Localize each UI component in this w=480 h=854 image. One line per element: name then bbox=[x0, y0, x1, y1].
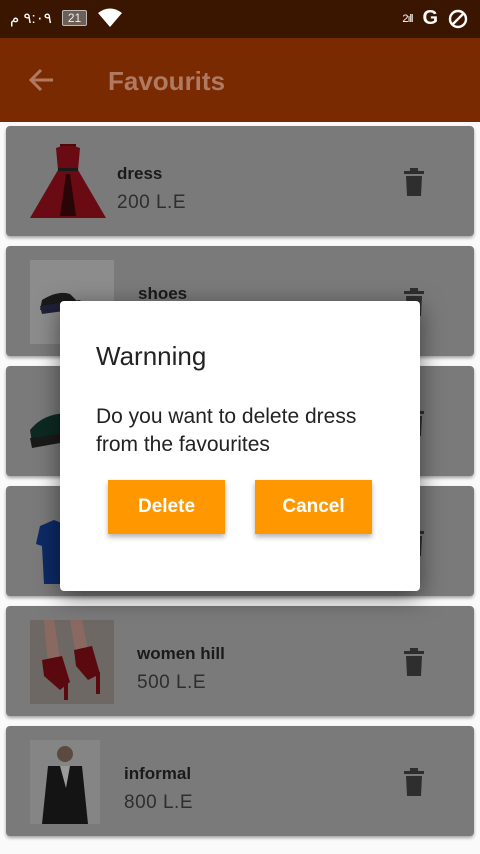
notification-badge: 21 bbox=[61, 10, 88, 26]
app-bar: Favourits bbox=[0, 38, 480, 122]
delete-confirm-dialog: Warnning Do you want to delete dress fro… bbox=[60, 301, 420, 591]
dialog-title: Warnning bbox=[96, 341, 207, 371]
dialog-message: Do you want to delete dress from the fav… bbox=[96, 405, 357, 456]
status-bar: ٩:٠٩ م 21 2ıll G bbox=[0, 0, 480, 38]
wifi-icon bbox=[98, 8, 123, 27]
page-title: Favourits bbox=[108, 66, 226, 96]
delete-button[interactable]: Delete bbox=[108, 480, 225, 534]
signal-strength-icon: 2ıll bbox=[402, 12, 413, 25]
status-time: ٩:٠٩ م bbox=[10, 10, 52, 27]
network-type: G bbox=[422, 7, 438, 29]
back-arrow-icon[interactable] bbox=[28, 66, 56, 94]
cancel-button[interactable]: Cancel bbox=[255, 480, 372, 534]
do-not-disturb-icon bbox=[448, 9, 468, 28]
